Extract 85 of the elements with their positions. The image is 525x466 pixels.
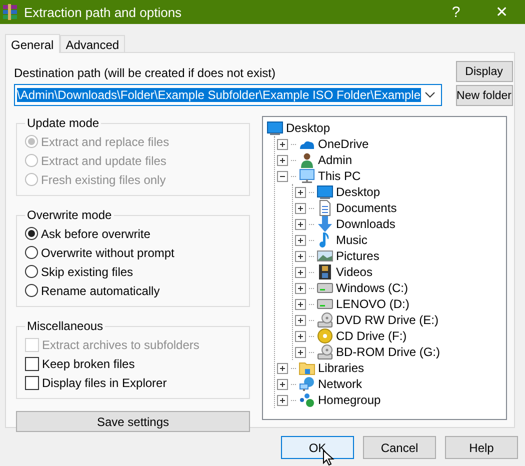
tree-item[interactable]: This PC xyxy=(318,169,361,183)
expand-icon[interactable] xyxy=(295,346,306,358)
dialog-button[interactable]: Help xyxy=(445,436,518,459)
option-label: Ask before overwrite xyxy=(41,226,150,240)
action-button[interactable]: New folder xyxy=(456,85,512,106)
option-label: Fresh existing files only xyxy=(41,172,166,186)
dialog-button[interactable]: OK xyxy=(281,436,354,459)
tree-item[interactable]: CD Drive (F:) xyxy=(336,329,407,343)
books-icon xyxy=(2,4,18,20)
expand-icon[interactable] xyxy=(295,266,306,278)
monitor-icon xyxy=(267,120,283,136)
expand-icon[interactable] xyxy=(277,378,288,390)
expand-icon[interactable] xyxy=(295,186,306,198)
expand-icon[interactable] xyxy=(295,282,306,294)
film-icon xyxy=(317,264,333,280)
expand-icon[interactable] xyxy=(295,202,306,214)
collapse-icon[interactable] xyxy=(277,170,288,182)
path-combo[interactable]: \Admin\Downloads\Folder\Example Subfolder\Example ISO Folder\Example xyxy=(14,84,442,106)
option-label: Extract archives to subfolders xyxy=(42,338,200,352)
disc-drive-icon xyxy=(317,312,333,328)
tree-item[interactable]: LENOVO (D:) xyxy=(336,297,410,311)
option-label: Keep broken files xyxy=(42,356,135,370)
option-label: Rename automatically xyxy=(41,284,160,298)
tree-item[interactable]: Desktop xyxy=(286,121,330,135)
monitor-icon xyxy=(299,168,315,184)
group-title: Update mode xyxy=(26,116,100,130)
tree-item[interactable]: Music xyxy=(336,233,368,247)
chevron-icon xyxy=(424,92,435,98)
group-title: Overwrite mode xyxy=(26,208,113,222)
expand-icon[interactable] xyxy=(295,218,306,230)
tree-item[interactable]: Homegroup xyxy=(318,393,381,407)
disc-icon xyxy=(317,328,333,344)
option-label: Skip existing files xyxy=(41,264,134,278)
tree-item[interactable]: Documents xyxy=(336,201,397,215)
expand-icon[interactable] xyxy=(295,298,306,310)
expand-icon[interactable] xyxy=(277,154,288,166)
monitor-icon xyxy=(317,184,333,200)
tree-item[interactable]: Windows (C:) xyxy=(336,281,408,295)
help-button[interactable]: ? xyxy=(433,4,479,20)
close-button[interactable]: ✕ xyxy=(479,3,525,21)
tab[interactable]: Advanced xyxy=(60,35,126,52)
tree-item[interactable]: Downloads xyxy=(336,217,396,231)
expand-icon[interactable] xyxy=(277,394,288,406)
save-settings-button[interactable]: Save settings xyxy=(16,411,250,432)
down-arrow-icon xyxy=(317,216,333,232)
tree-item[interactable]: Desktop xyxy=(336,185,380,199)
network-icon xyxy=(299,376,315,392)
option-label: Display files in Explorer xyxy=(42,376,167,390)
disc-drive-icon xyxy=(317,344,333,360)
window-title: Extraction path and options xyxy=(24,4,183,20)
drive-icon xyxy=(317,280,333,296)
radio-button[interactable] xyxy=(25,246,38,259)
expand-icon[interactable] xyxy=(295,330,306,342)
folder-icon xyxy=(299,360,315,376)
tree-item[interactable]: Network xyxy=(318,377,362,391)
radio-button[interactable] xyxy=(25,284,38,297)
checkbox[interactable] xyxy=(25,376,39,390)
expand-icon[interactable] xyxy=(277,362,288,374)
tree-item[interactable]: Pictures xyxy=(336,249,380,263)
checkbox[interactable] xyxy=(25,356,39,370)
radio-button[interactable] xyxy=(25,265,38,278)
field-label: Destination path (will be created if does not exist) xyxy=(14,66,276,80)
tab[interactable]: General xyxy=(5,34,60,53)
option-label: Overwrite without prompt xyxy=(41,246,174,260)
drive-icon xyxy=(317,296,333,312)
option-label: Extract and replace files xyxy=(41,134,170,148)
expand-icon[interactable] xyxy=(295,234,306,246)
tree-item[interactable]: DVD RW Drive (E:) xyxy=(336,313,438,327)
option-label: Extract and update files xyxy=(41,154,166,168)
expand-icon[interactable] xyxy=(295,250,306,262)
user-icon xyxy=(299,152,315,168)
expand-icon[interactable] xyxy=(295,314,306,326)
radio-button[interactable] xyxy=(25,227,38,240)
document-icon xyxy=(317,200,333,216)
tree-item[interactable]: Libraries xyxy=(318,361,364,375)
tree-item[interactable]: Videos xyxy=(336,265,372,279)
dialog-button[interactable]: Cancel xyxy=(363,436,436,459)
homegroup-icon xyxy=(299,392,315,408)
expand-icon[interactable] xyxy=(277,138,288,150)
picture-icon xyxy=(317,248,333,264)
action-button[interactable]: Display xyxy=(456,61,512,82)
group-title: Miscellaneous xyxy=(26,319,104,333)
tree-item[interactable]: OneDrive xyxy=(318,137,369,151)
tree-item[interactable]: BD-ROM Drive (G:) xyxy=(336,345,440,359)
tree-item[interactable]: Admin xyxy=(318,153,352,167)
